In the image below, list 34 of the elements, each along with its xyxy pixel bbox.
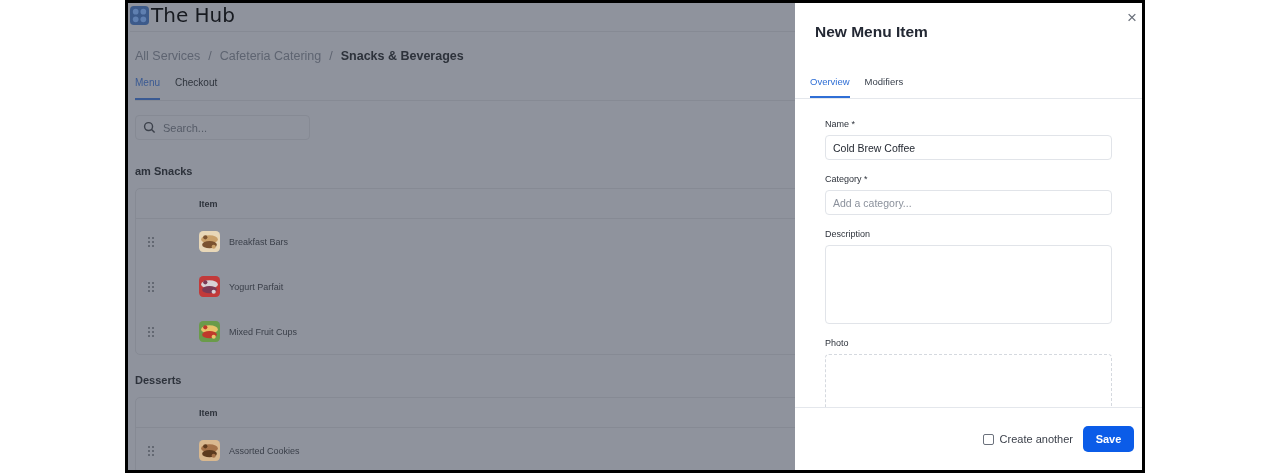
search-icon	[143, 121, 156, 134]
save-button[interactable]: Save	[1083, 426, 1134, 452]
section-title: am Snacks	[135, 165, 194, 177]
breadcrumb-separator: /	[329, 49, 333, 63]
table-cell: Assorted Cookies	[229, 445, 300, 456]
drawer-title: New Menu Item	[815, 23, 928, 41]
tab[interactable]: Overview	[810, 76, 850, 98]
table-cell: Yogurt Parfait	[229, 281, 284, 292]
field-label: Category *	[825, 174, 869, 184]
text-area[interactable]	[825, 245, 1112, 324]
input-field[interactable]: Cold Brew Coffee	[825, 135, 1112, 160]
checkbox-label: Create another	[999, 433, 1073, 445]
column-header: Item	[199, 198, 218, 209]
input-field[interactable]: Add a category...	[825, 190, 1112, 215]
drag-handle-icon[interactable]	[148, 326, 154, 337]
field-label: Name *	[825, 119, 856, 129]
close-button[interactable]: ×	[1127, 9, 1137, 26]
tab[interactable]: Modifiers	[864, 76, 904, 98]
current-page-title: Snacks & Beverages	[340, 49, 464, 63]
table-cell: Mixed Fruit Cups	[229, 326, 298, 337]
column-header: Item	[199, 407, 218, 418]
app-title: The Hub	[151, 3, 235, 27]
table-cell: Breakfast Bars	[229, 236, 289, 247]
logo-icon	[130, 5, 149, 25]
drag-handle-icon[interactable]	[148, 281, 154, 292]
search-field[interactable]: Search...	[135, 115, 310, 140]
drag-handle-icon[interactable]	[148, 236, 154, 247]
tab[interactable]: Checkout	[175, 77, 218, 100]
field-label: Photo	[825, 338, 850, 348]
section-title: Desserts	[135, 374, 183, 386]
drag-handle-icon[interactable]	[148, 445, 154, 456]
breadcrumb-separator: /	[208, 49, 212, 63]
checkbox[interactable]	[982, 433, 994, 445]
field-label: Description	[825, 229, 872, 239]
